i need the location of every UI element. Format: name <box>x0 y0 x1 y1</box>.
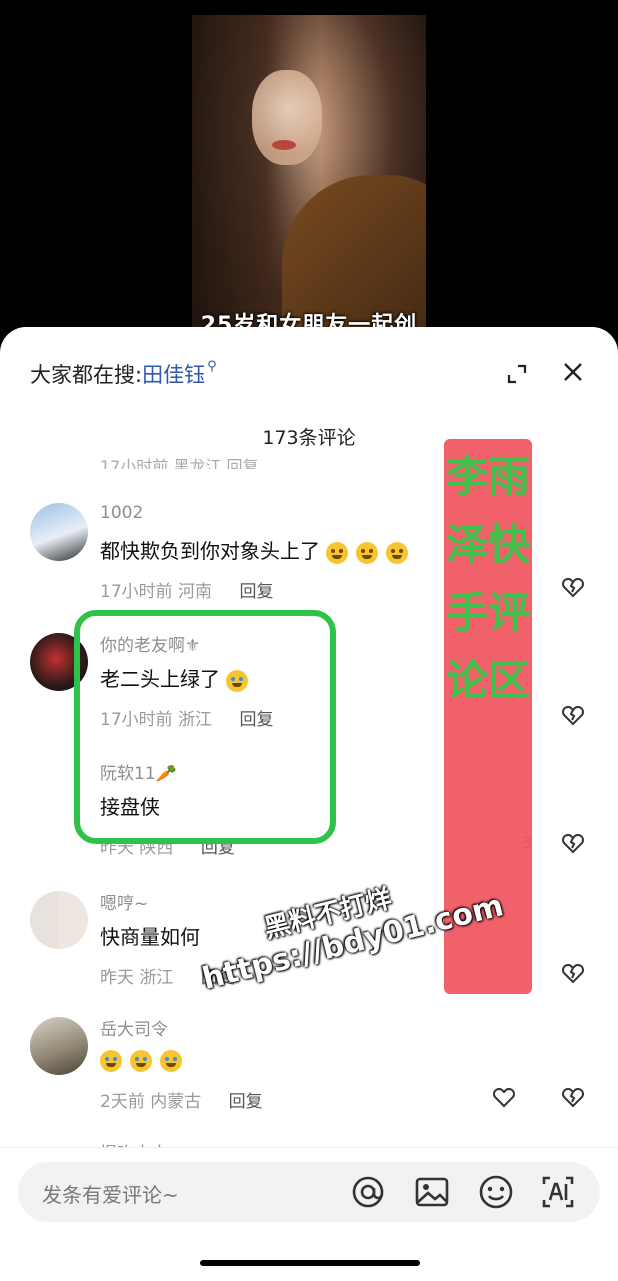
heart-icon[interactable] <box>492 1085 516 1109</box>
video-area[interactable]: 25岁和女朋友一起创业 <box>0 0 618 345</box>
search-icon: ⚲ <box>207 359 217 374</box>
comment-time: 昨天 <box>100 968 134 988</box>
comment-location: 浙江 <box>139 968 174 988</box>
comment-input[interactable]: 发条有爱评论~ <box>18 1162 600 1222</box>
comment-sheet: 大家都在搜:田佳钰 ⚲ 173条评论 17小时前 黑龙江 回复 1002 都快欺负… <box>0 327 618 1281</box>
comment-text: 快商量如何 <box>100 925 200 949</box>
comment-location: 内蒙古 <box>150 1092 202 1112</box>
avatar[interactable] <box>30 503 88 561</box>
avatar[interactable] <box>30 891 88 949</box>
comment-text <box>100 1047 190 1072</box>
crying-emoji-icon <box>100 1049 122 1072</box>
comment-time: 17小时前 <box>100 582 173 602</box>
at-mention-icon[interactable] <box>350 1174 386 1210</box>
smile-emoji-icon <box>356 541 379 564</box>
reply-button[interactable]: 回复 <box>239 582 273 602</box>
dislike-icon[interactable] <box>561 703 585 727</box>
comment-text: 都快欺负到你对象头上了 <box>100 535 416 564</box>
comment-meta: 2天前 内蒙古 回复 <box>100 1087 263 1112</box>
close-icon[interactable] <box>562 361 584 383</box>
overlay-banner-text: 李雨泽快手评论区 <box>445 452 530 705</box>
avatar[interactable] <box>30 1017 88 1075</box>
reply-button[interactable]: 回复 <box>229 1092 263 1112</box>
partial-comment-meta: 17小时前 黑龙江 回复 <box>100 457 259 469</box>
search-prefix: 大家都在搜: <box>30 363 143 387</box>
video-face-shape <box>252 70 322 165</box>
ai-icon[interactable] <box>540 1174 576 1210</box>
search-term-link[interactable]: 田佳钰 <box>142 363 205 387</box>
comment-username[interactable]: 岳大司令 <box>100 1015 168 1040</box>
home-indicator <box>200 1260 420 1266</box>
comment-time: 2天前 <box>100 1092 145 1112</box>
video-thumbnail[interactable]: 25岁和女朋友一起创业 <box>192 15 426 345</box>
highlight-box <box>74 610 336 844</box>
comment-meta: 17小时前 河南 回复 <box>100 577 273 602</box>
crying-emoji-icon <box>160 1049 182 1072</box>
dislike-icon[interactable] <box>561 575 585 599</box>
expand-icon[interactable] <box>506 363 528 385</box>
smile-emoji-icon <box>326 541 349 564</box>
search-suggestion[interactable]: 大家都在搜:田佳钰 ⚲ <box>30 359 217 389</box>
dislike-icon[interactable] <box>561 961 585 985</box>
comment-username[interactable]: 嗯哼~ <box>100 889 148 914</box>
image-icon[interactable] <box>414 1174 450 1210</box>
smile-emoji-icon <box>386 541 409 564</box>
emoji-icon[interactable] <box>478 1174 514 1210</box>
video-lips-shape <box>272 140 296 150</box>
comment-username[interactable]: 慢吃大大 <box>100 1139 168 1147</box>
crying-emoji-icon <box>130 1049 152 1072</box>
dislike-icon[interactable] <box>561 1085 585 1109</box>
comment-location: 河南 <box>178 582 213 602</box>
comment-input-placeholder: 发条有爱评论~ <box>42 1183 179 1207</box>
comment-text-value: 都快欺负到你对象头上了 <box>100 539 320 563</box>
comment-username[interactable]: 1002 <box>100 503 143 523</box>
dislike-icon[interactable] <box>561 831 585 855</box>
comment-item-partial: 慢吃大大 <box>0 1139 618 1147</box>
